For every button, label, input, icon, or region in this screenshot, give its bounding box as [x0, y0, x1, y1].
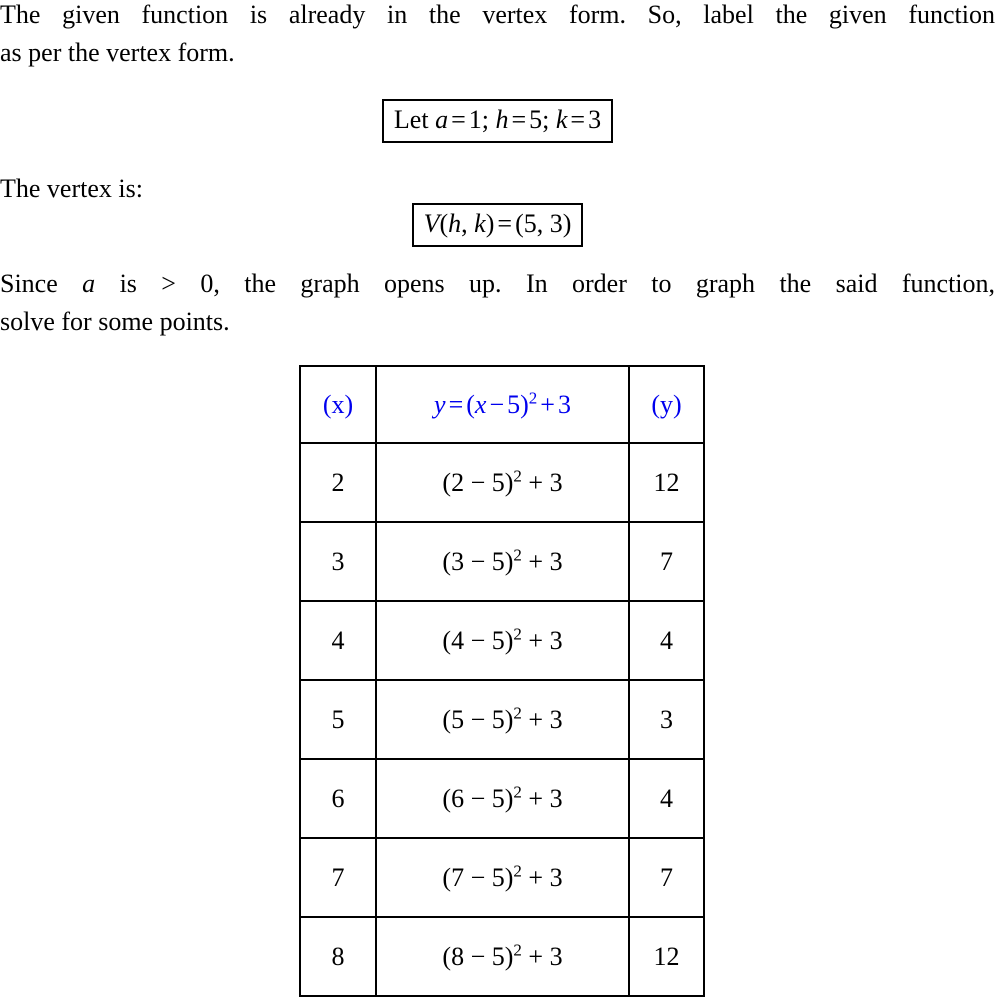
table-row: 2 (2 − 5)2 + 3 12 [299, 442, 705, 523]
expr-tail: + 3 [528, 941, 563, 971]
expr-base: (5 − 5) [442, 704, 514, 734]
table-row: 4 (4 − 5)2 + 3 4 [299, 600, 705, 681]
opens-up-text: is > 0, the graph opens up. In order to … [119, 269, 995, 298]
table-row: 6 (6 − 5)2 + 3 4 [299, 758, 705, 839]
param-h-value: 5; [529, 105, 550, 134]
formula-k-value: 3 [557, 389, 571, 419]
formula-equals: = [448, 389, 464, 419]
paragraph-line: Since a is > 0, the graph opens up. In o… [0, 265, 995, 303]
equals-sign: = [570, 105, 586, 134]
boxed-equation-vertex-wrapper: V(h, k) = (5, 3) [0, 203, 995, 247]
points-table-header: (x) y = (x −5)2 +3 (y) [299, 365, 705, 444]
paragraph-line: The given function is already in the ver… [0, 0, 995, 29]
boxed-equation-parameters-wrapper: Let a = 1; h = 5; k = 3 [0, 99, 995, 143]
cell-y: 12 [628, 442, 705, 523]
paragraph-vertex-form-intro: The given function is already in the ver… [0, 0, 995, 72]
column-header-formula: y = (x −5)2 +3 [375, 365, 630, 444]
cell-x: 7 [299, 837, 377, 918]
table-row: 5 (5 − 5)2 + 3 3 [299, 679, 705, 760]
since-text: Since [0, 269, 58, 298]
points-table-body: 2 (2 − 5)2 + 3 12 3 (3 − 5)2 + 3 7 4 (4 … [299, 442, 705, 997]
table-row: 3 (3 − 5)2 + 3 7 [299, 521, 705, 602]
cell-x: 2 [299, 442, 377, 523]
param-k-symbol: k [555, 105, 568, 134]
table-row: 8 (8 − 5)2 + 3 12 [299, 916, 705, 997]
cell-expression: (6 − 5)2 + 3 [375, 758, 630, 839]
paragraph-line: solve for some points. [0, 307, 230, 336]
expr-base: (7 − 5) [442, 862, 514, 892]
cell-y: 7 [628, 837, 705, 918]
cell-x: 5 [299, 679, 377, 760]
cell-y: 7 [628, 521, 705, 602]
formula-x-symbol: x [474, 389, 487, 419]
vertex-h-symbol: h [448, 209, 462, 238]
paragraph-opens-up: Since a is > 0, the graph opens up. In o… [0, 265, 995, 341]
param-k-value: 3 [588, 105, 602, 134]
a-variable-symbol: a [82, 269, 96, 298]
equals-sign: = [511, 105, 527, 134]
expr-exponent: 2 [513, 465, 522, 485]
cell-expression: (4 − 5)2 + 3 [375, 600, 630, 681]
boxed-equation-vertex: V(h, k) = (5, 3) [411, 203, 584, 247]
equals-sign: = [497, 209, 513, 238]
expr-tail: + 3 [528, 783, 563, 813]
cell-expression: (7 − 5)2 + 3 [375, 837, 630, 918]
solution-page: The given function is already in the ver… [0, 0, 995, 997]
expr-tail: + 3 [528, 704, 563, 734]
cell-y: 4 [628, 600, 705, 681]
expr-tail: + 3 [528, 546, 563, 576]
open-paren: ( [439, 209, 449, 238]
expr-exponent: 2 [513, 544, 522, 564]
cell-x: 3 [299, 521, 377, 602]
cell-expression: (5 − 5)2 + 3 [375, 679, 630, 760]
formula-h-value: 5 [507, 389, 521, 419]
expr-exponent: 2 [513, 860, 522, 880]
cell-x: 8 [299, 916, 377, 997]
formula-plus: + [540, 389, 555, 419]
param-a-symbol: a [435, 105, 449, 134]
formula-y-symbol: y [434, 389, 446, 419]
formula-open-paren: ( [466, 389, 475, 419]
let-label: Let [393, 105, 429, 134]
paragraph-line: as per the vertex form. [0, 38, 235, 67]
expr-base: (6 − 5) [442, 783, 514, 813]
table-header-row: (x) y = (x −5)2 +3 (y) [299, 365, 705, 444]
expr-base: (8 − 5) [442, 941, 514, 971]
expr-base: (3 − 5) [442, 546, 514, 576]
column-header-x: (x) [299, 365, 377, 444]
expr-tail: + 3 [528, 467, 563, 497]
expr-exponent: 2 [513, 939, 522, 959]
expr-base: (4 − 5) [442, 625, 514, 655]
cell-y: 4 [628, 758, 705, 839]
cell-y: 12 [628, 916, 705, 997]
boxed-equation-parameters: Let a = 1; h = 5; k = 3 [381, 99, 614, 143]
param-a-value: 1; [468, 105, 489, 134]
comma: , [461, 209, 468, 238]
vertex-function-symbol: V [423, 209, 440, 238]
points-table: (x) y = (x −5)2 +3 (y) 2 (2 − 5)2 + 3 12 3 (… [299, 365, 705, 997]
cell-x: 6 [299, 758, 377, 839]
cell-expression: (8 − 5)2 + 3 [375, 916, 630, 997]
expr-exponent: 2 [513, 623, 522, 643]
expr-exponent: 2 [513, 781, 522, 801]
cell-expression: (2 − 5)2 + 3 [375, 442, 630, 523]
expr-exponent: 2 [513, 702, 522, 722]
cell-x: 4 [299, 600, 377, 681]
cell-y: 3 [628, 679, 705, 760]
column-header-y: (y) [628, 365, 705, 444]
table-row: 7 (7 − 5)2 + 3 7 [299, 837, 705, 918]
expr-base: (2 − 5) [442, 467, 514, 497]
formula-minus: − [489, 389, 505, 419]
expr-tail: + 3 [528, 862, 563, 892]
equals-sign: = [451, 105, 466, 134]
vertex-point-value: (5, 3) [515, 209, 572, 238]
param-h-symbol: h [495, 105, 509, 134]
cell-expression: (3 − 5)2 + 3 [375, 521, 630, 602]
vertex-k-symbol: k [474, 209, 486, 238]
expr-tail: + 3 [528, 625, 563, 655]
formula-close-paren: ) [520, 389, 529, 419]
